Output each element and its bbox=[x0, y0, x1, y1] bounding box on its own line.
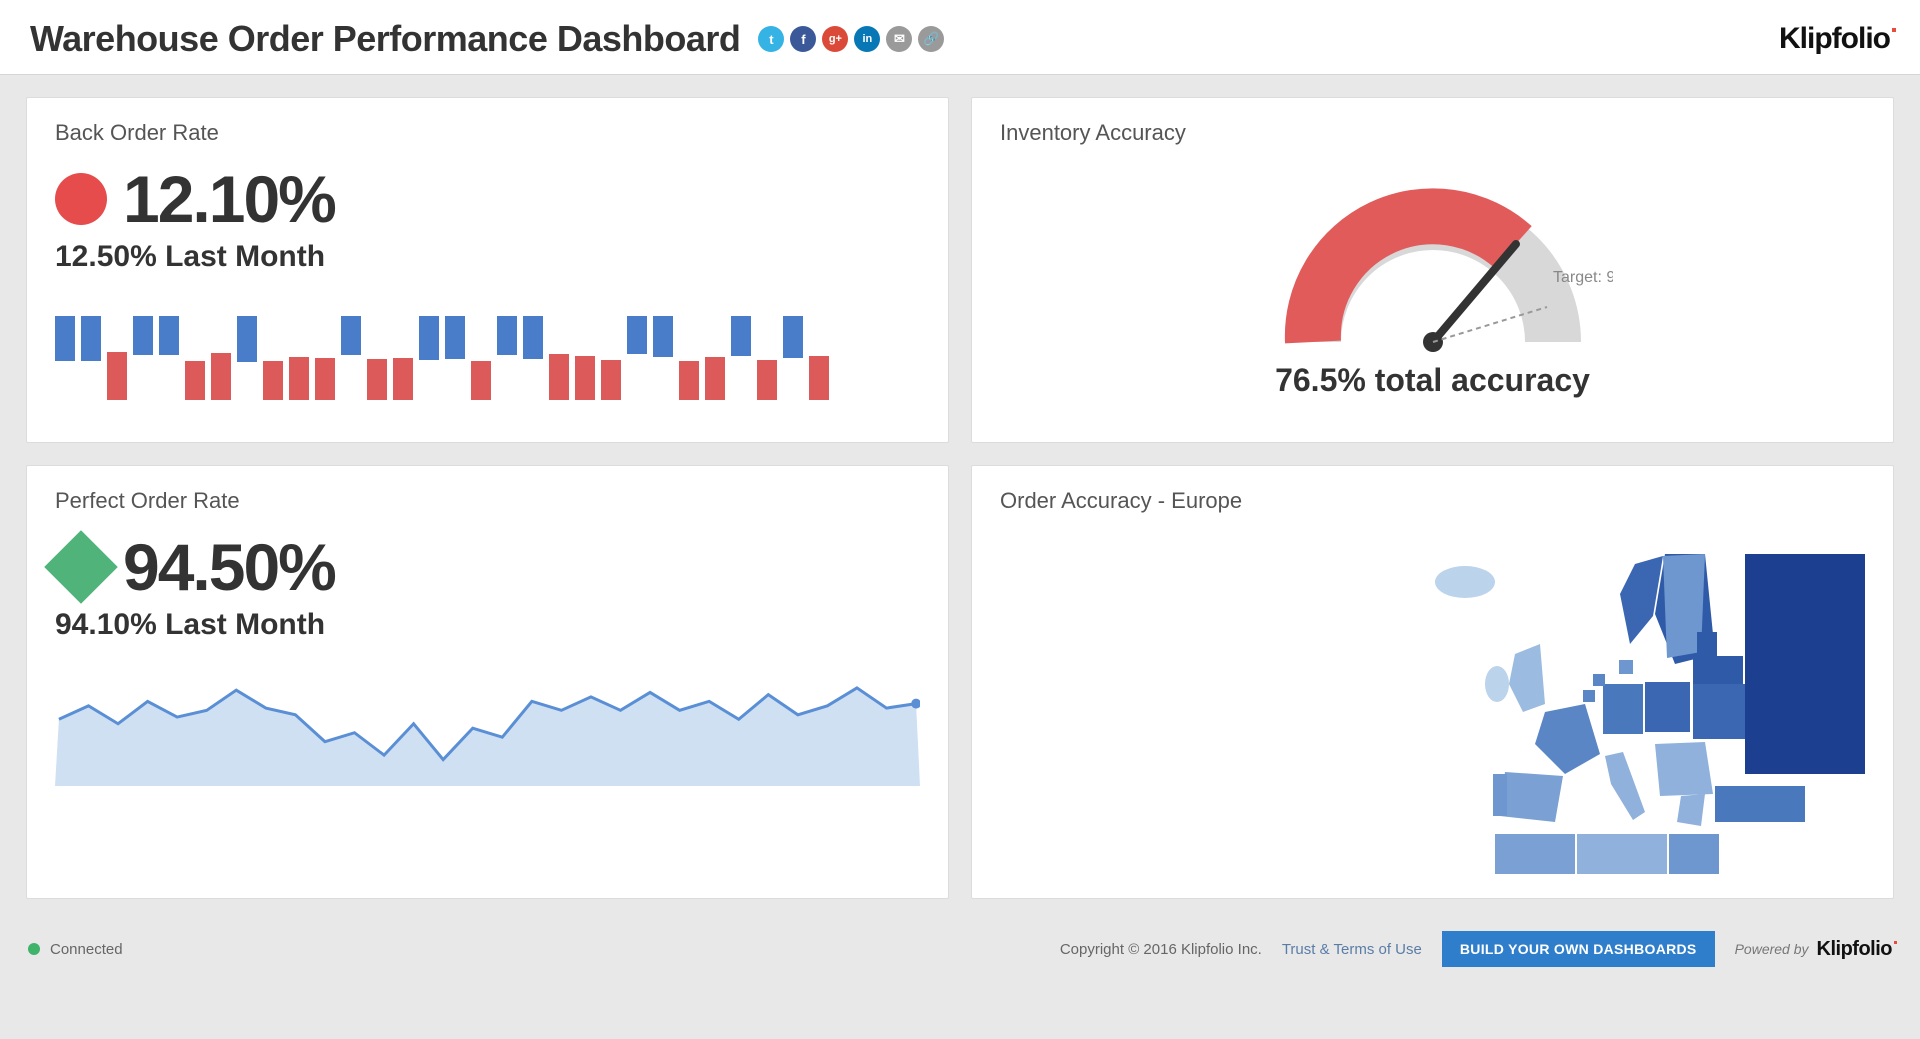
inventory-accuracy-value: 76.5% total accuracy bbox=[1275, 362, 1590, 399]
googleplus-icon[interactable]: g+ bbox=[822, 26, 848, 52]
build-dashboards-button[interactable]: BUILD YOUR OWN DASHBOARDS bbox=[1442, 931, 1715, 967]
link-icon[interactable]: 🔗 bbox=[918, 26, 944, 52]
perfect-order-sub: 94.10% Last Month bbox=[55, 608, 920, 642]
linkedin-icon[interactable]: in bbox=[854, 26, 880, 52]
back-order-winloss-chart bbox=[55, 298, 920, 418]
footer-left: Connected bbox=[28, 941, 123, 958]
europe-choropleth-map bbox=[1405, 534, 1865, 874]
gauge-target-label: Target: 91.5% bbox=[1553, 269, 1613, 286]
brand-logo: Klipfolio bbox=[1779, 22, 1890, 56]
map-wrap bbox=[1000, 534, 1865, 874]
mail-icon[interactable]: ✉ bbox=[886, 26, 912, 52]
brand-logo-small: Klipfolio bbox=[1817, 938, 1892, 961]
header-bar: Warehouse Order Performance Dashboard t … bbox=[0, 0, 1920, 75]
dashboard-body: Back Order Rate 12.10% 12.50% Last Month… bbox=[0, 75, 1920, 899]
status-diamond-green-icon bbox=[44, 530, 118, 604]
header-left: Warehouse Order Performance Dashboard t … bbox=[30, 18, 944, 60]
card-back-order-rate: Back Order Rate 12.10% 12.50% Last Month bbox=[26, 97, 949, 443]
inventory-gauge-chart: Target: 91.5% bbox=[1253, 172, 1613, 372]
powered-by: Powered by Klipfolio bbox=[1735, 938, 1892, 961]
connection-status-icon bbox=[28, 943, 40, 955]
card-title: Back Order Rate bbox=[55, 120, 920, 146]
perfect-order-value: 94.50% bbox=[123, 534, 335, 600]
card-order-accuracy-europe: Order Accuracy - Europe bbox=[971, 465, 1894, 899]
perfect-order-sparkline bbox=[55, 666, 920, 786]
copyright-text: Copyright © 2016 Klipfolio Inc. bbox=[1060, 941, 1262, 958]
back-order-sub: 12.50% Last Month bbox=[55, 240, 920, 274]
back-order-value: 12.10% bbox=[123, 166, 335, 232]
footer-right: Copyright © 2016 Klipfolio Inc. Trust & … bbox=[1060, 931, 1892, 967]
twitter-icon[interactable]: t bbox=[758, 26, 784, 52]
card-title: Perfect Order Rate bbox=[55, 488, 920, 514]
gauge-wrap: Target: 91.5% 76.5% total accuracy bbox=[1000, 166, 1865, 399]
card-title: Inventory Accuracy bbox=[1000, 120, 1865, 146]
metric-row: 94.50% bbox=[55, 534, 920, 600]
page-title: Warehouse Order Performance Dashboard bbox=[30, 18, 740, 60]
card-perfect-order-rate: Perfect Order Rate 94.50% 94.10% Last Mo… bbox=[26, 465, 949, 899]
connection-status-text: Connected bbox=[50, 941, 123, 958]
metric-row: 12.10% bbox=[55, 166, 920, 232]
powered-by-label: Powered by bbox=[1735, 941, 1809, 957]
card-title: Order Accuracy - Europe bbox=[1000, 488, 1865, 514]
facebook-icon[interactable]: f bbox=[790, 26, 816, 52]
trust-terms-link[interactable]: Trust & Terms of Use bbox=[1282, 941, 1422, 958]
status-dot-red-icon bbox=[55, 173, 107, 225]
card-inventory-accuracy: Inventory Accuracy Target: 91.5% 76.5% t… bbox=[971, 97, 1894, 443]
share-icons: t f g+ in ✉ 🔗 bbox=[758, 26, 944, 52]
footer-bar: Connected Copyright © 2016 Klipfolio Inc… bbox=[0, 917, 1920, 981]
